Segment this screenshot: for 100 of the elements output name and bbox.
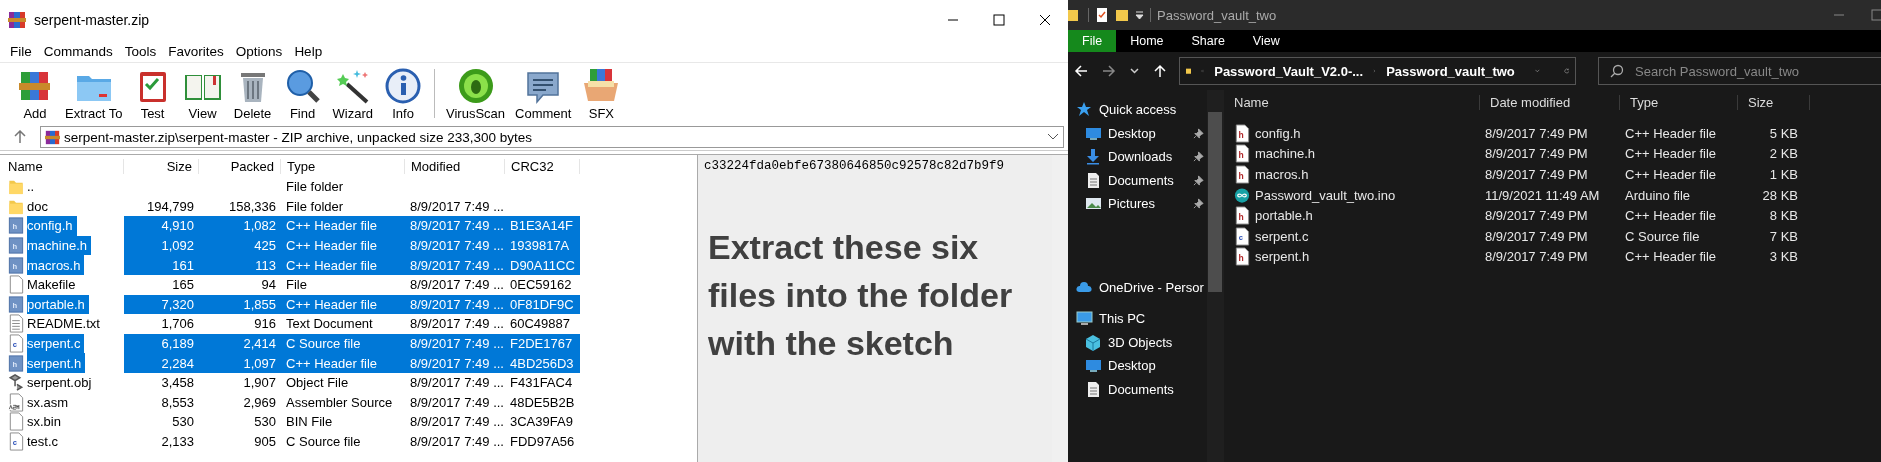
column-header[interactable]: Date modified — [1480, 94, 1620, 110]
address-field[interactable]: serpent-master.zip\serpent-master - ZIP archive, unpacked size 233,300 bytes — [40, 126, 1064, 148]
object-file-icon — [8, 373, 24, 393]
table-cell: FDD97A56 — [510, 434, 575, 449]
toolbar-button[interactable]: Wizard — [327, 63, 378, 124]
toolbar-button[interactable]: Extract To — [60, 63, 128, 124]
table-cell-text: C++ Header file — [1624, 249, 1718, 265]
forward-icon[interactable] — [1102, 64, 1116, 78]
column-header[interactable]: CRC32 — [505, 158, 580, 174]
search-field[interactable]: Search Password_vault_two — [1598, 57, 1881, 85]
nav-item[interactable]: OneDrive - Persor — [1068, 275, 1210, 299]
file-name[interactable]: .. — [27, 179, 35, 195]
maximize-icon[interactable] — [993, 14, 1005, 26]
table-cell: 1,907 — [243, 375, 276, 391]
close-icon[interactable] — [1039, 14, 1051, 26]
caret-icon[interactable] — [1047, 133, 1059, 141]
file-name[interactable]: Makefile — [27, 277, 76, 293]
file-name[interactable]: test.c — [27, 434, 59, 449]
file-name[interactable]: README.txt — [27, 316, 100, 332]
menu-item[interactable]: Help — [288, 43, 329, 59]
table-cell-text: 8/9/2017 7:49 PM — [1484, 125, 1589, 141]
cube-icon — [1085, 333, 1102, 351]
file-icon — [8, 275, 24, 295]
file-name[interactable]: macros.h — [27, 255, 85, 275]
menu-item[interactable]: Commands — [37, 43, 119, 59]
toolbar-button[interactable]: View — [177, 63, 228, 124]
file-name[interactable]: machine.h — [1255, 146, 1315, 162]
back-icon[interactable] — [1074, 64, 1088, 78]
ribbon-tab[interactable]: File — [1068, 30, 1117, 52]
table-cell: F431FAC4 — [510, 375, 573, 391]
source-file-icon: h — [1234, 144, 1250, 164]
column-header[interactable]: Modified — [405, 158, 505, 174]
breadcrumb[interactable]: Password_vault_two — [1386, 63, 1515, 79]
nav-item[interactable]: Documents — [1068, 168, 1210, 192]
source-file-icon: h — [1234, 165, 1250, 184]
toolbar-button[interactable]: Test — [127, 63, 178, 124]
file-name[interactable]: sx.asm — [27, 394, 69, 410]
ribbon-tab[interactable]: Home — [1116, 30, 1178, 52]
file-name[interactable]: config.h — [27, 216, 77, 236]
menu-item[interactable]: Options — [229, 43, 289, 59]
column-header[interactable]: Type — [281, 158, 405, 174]
column-header[interactable]: Name — [2, 158, 124, 174]
nav-item[interactable]: Downloads — [1068, 145, 1210, 169]
menu-item[interactable]: File — [4, 43, 38, 59]
menu-item[interactable]: Favorites — [162, 43, 230, 59]
table-cell: 8/9/2017 7:49 ... — [410, 257, 504, 273]
toolbar-button[interactable]: Add — [10, 63, 60, 124]
column-header[interactable]: Packed — [199, 158, 281, 174]
file-name[interactable]: doc — [27, 198, 48, 214]
file-name[interactable]: machine.h — [27, 235, 91, 256]
file-name[interactable]: macros.h — [1255, 167, 1309, 182]
nav-item[interactable]: Pictures — [1068, 192, 1210, 216]
file-name[interactable]: Password_vault_two.ino — [1255, 187, 1396, 203]
nav-item[interactable]: Documents — [1068, 377, 1210, 401]
table-cell-text: 28 KB — [1761, 187, 1799, 203]
nav-item[interactable]: Desktop — [1068, 121, 1210, 145]
ribbon-tab[interactable]: Share — [1177, 30, 1239, 52]
file-name[interactable]: serpent.c — [1255, 228, 1309, 244]
file-name[interactable]: portable.h — [1255, 208, 1313, 224]
menu-item[interactable]: Tools — [118, 43, 163, 59]
column-header[interactable]: Name — [1224, 94, 1480, 110]
table-cell: 8/9/2017 7:49 ... — [410, 316, 504, 332]
file-name[interactable]: serpent.c — [27, 333, 85, 354]
toolbar-button[interactable]: Delete — [227, 63, 278, 124]
toolbar-button[interactable]: Comment — [510, 63, 577, 124]
nav-item[interactable]: Desktop — [1068, 354, 1210, 378]
table-cell: File folder — [286, 179, 344, 195]
table-cell: 165 — [172, 277, 194, 293]
nav-item[interactable]: Quick access — [1068, 98, 1210, 122]
file-name[interactable]: portable.h — [27, 294, 89, 315]
file-name[interactable]: serpent.h — [27, 353, 86, 373]
archive-icon — [45, 129, 60, 145]
file-icon — [8, 412, 24, 432]
toolbar-button[interactable]: VirusScan — [441, 63, 511, 124]
checklist-icon[interactable] — [1095, 7, 1109, 23]
file-name[interactable]: serpent.h — [1255, 249, 1310, 265]
nav-item[interactable]: 3D Objects — [1068, 330, 1210, 354]
table-cell-text: 1 KB — [1768, 167, 1799, 182]
column-header[interactable]: Size — [124, 158, 199, 174]
toolbar-button[interactable]: Info — [378, 63, 428, 124]
table-cell: 8/9/2017 7:49 ... — [410, 434, 504, 449]
file-name[interactable]: serpent.obj — [27, 375, 92, 391]
column-header[interactable]: Type — [1620, 94, 1738, 110]
toolbar-button[interactable]: SFX — [576, 63, 627, 124]
scrollbar[interactable] — [1207, 90, 1224, 462]
nav-item[interactable]: This PC — [1068, 307, 1210, 331]
ribbon-tab[interactable]: View — [1238, 30, 1294, 52]
column-header[interactable]: Size — [1738, 94, 1810, 110]
file-name[interactable]: config.h — [1255, 125, 1301, 141]
star-icon — [1076, 101, 1093, 119]
folder-icon[interactable] — [1115, 7, 1129, 23]
table-cell: 530 — [254, 414, 276, 430]
toolbar-button[interactable]: Find — [277, 63, 328, 124]
breadcrumb[interactable]: Password_Vault_V2.0-... — [1214, 63, 1364, 79]
address-bar[interactable]: Password_Vault_V2.0-... Password_vault_two — [1179, 57, 1576, 85]
text-file-icon — [8, 314, 24, 334]
window-title: Password_vault_two — [1157, 7, 1277, 23]
file-name[interactable]: sx.bin — [27, 414, 61, 430]
source-file-icon: h — [1234, 247, 1250, 267]
table-cell: 905 — [254, 434, 276, 449]
